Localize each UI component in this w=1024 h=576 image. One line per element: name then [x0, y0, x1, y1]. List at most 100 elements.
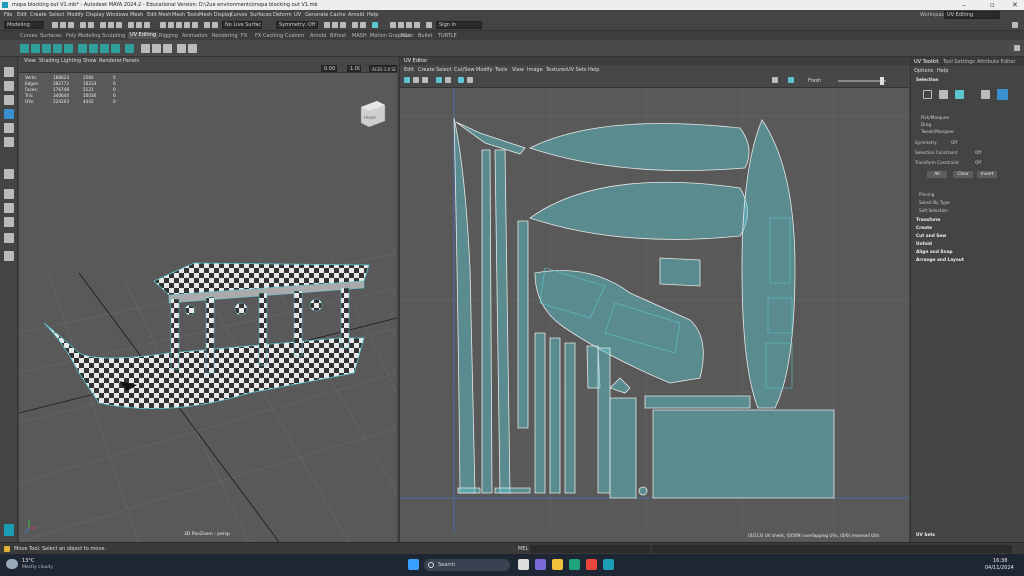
single-perspective-icon[interactable] [4, 189, 14, 199]
transform-constraint-value[interactable]: Off [975, 160, 981, 165]
ipr-render-icon[interactable] [332, 22, 338, 28]
create-section[interactable]: Create [916, 226, 932, 231]
menu-mesh[interactable]: Mesh [130, 12, 143, 18]
paint-select-icon[interactable] [4, 95, 14, 105]
transfer-icon[interactable] [141, 44, 150, 53]
menu-uv[interactable]: UV [294, 12, 301, 18]
uv-shell-mode-icon[interactable] [981, 90, 990, 99]
shelf-tab-mash[interactable]: MASH [352, 33, 367, 39]
menu-windows[interactable]: Windows [106, 12, 128, 18]
camera-map-icon[interactable] [64, 44, 73, 53]
close-icon[interactable]: ✕ [1012, 1, 1018, 9]
windows-start-icon[interactable] [408, 559, 419, 570]
chrome-icon[interactable] [586, 559, 597, 570]
select-by-type-section[interactable]: Select By Type [919, 200, 950, 205]
edge-browser-icon[interactable] [569, 559, 580, 570]
uv-menu-cut-sew[interactable]: Cut/Sew [454, 67, 475, 73]
color-space-select[interactable]: ACES 1.0 SDR-video (sRGB) [369, 65, 397, 72]
invert-selection-button[interactable]: Invert [977, 171, 997, 178]
shelf-tab-animation[interactable]: Animation [182, 33, 208, 39]
transform-section[interactable]: Transform [916, 218, 941, 223]
symmetry-select[interactable]: Symmetry: Off [276, 21, 318, 29]
uv-menu-uv-sets[interactable]: UV Sets [567, 67, 587, 73]
grid-icon[interactable] [177, 44, 186, 53]
undo-icon[interactable] [80, 22, 86, 28]
shelf-tab-poly-modeling[interactable]: Poly Modeling [66, 33, 101, 39]
shelf-tab-curves[interactable]: Curves [20, 33, 37, 39]
uv-menu-modify[interactable]: Modify [476, 67, 493, 73]
planar-map-icon[interactable] [20, 44, 29, 53]
record-icon[interactable] [414, 22, 420, 28]
sew-uv-icon[interactable] [89, 44, 98, 53]
uv-menu-tools[interactable]: Tools [495, 67, 507, 73]
mel-label[interactable]: MEL [518, 546, 528, 552]
uv-menu-create[interactable]: Create [418, 67, 435, 73]
uv-editor-icon[interactable] [125, 44, 134, 53]
uv-menu-edit[interactable]: Edit [404, 67, 414, 73]
uv-sets-section[interactable]: UV Sets [916, 533, 935, 538]
shelf-tab-xgen[interactable]: XGen [400, 33, 414, 39]
snap-surface-icon[interactable] [192, 22, 198, 28]
menu-select[interactable]: Select [49, 12, 64, 18]
maya-taskbar-icon[interactable] [603, 559, 614, 570]
scale-tool-icon[interactable] [4, 137, 14, 147]
viewport-3d[interactable]: View Shading Lighting Show Renderer Pane… [19, 57, 397, 542]
rotate-tool-icon[interactable] [4, 123, 14, 133]
shelf-tab-arnold[interactable]: Arnold [310, 33, 326, 39]
shelf-tab-sculpting[interactable]: Sculpting [102, 33, 125, 39]
uv-shell-select-icon[interactable] [404, 77, 410, 83]
new-scene-icon[interactable] [52, 22, 58, 28]
soft-selection-section[interactable]: Soft Selection [919, 208, 948, 213]
clock-time[interactable]: 16:38 [993, 558, 1007, 564]
menu-surfaces[interactable]: Surfaces [250, 12, 272, 18]
clock-date[interactable]: 04/11/2024 [985, 565, 1014, 571]
layout-icon[interactable] [111, 44, 120, 53]
tab-tool-settings[interactable]: Tool Settings [943, 59, 975, 65]
uv-face-mode-icon[interactable] [997, 89, 1008, 100]
snap-point-icon[interactable] [176, 22, 182, 28]
gamma-field[interactable]: 1.00 [347, 65, 361, 72]
history-icon[interactable] [204, 22, 210, 28]
uv-checker-icon[interactable] [422, 77, 428, 83]
uv-menu-image[interactable]: Image [527, 67, 543, 73]
select-tool-icon[interactable] [4, 67, 14, 77]
tk-menu-help[interactable]: Help [937, 68, 948, 74]
uv-menu-help[interactable]: Help [588, 67, 599, 73]
snap-curve-icon[interactable] [168, 22, 174, 28]
open-scene-icon[interactable] [60, 22, 66, 28]
taskbar-search[interactable]: Search [424, 559, 510, 571]
shelf-options-icon[interactable] [1014, 45, 1020, 51]
select-face-icon[interactable] [144, 22, 150, 28]
menu-mesh-display[interactable]: Mesh Display [199, 12, 232, 18]
weather-icon[interactable] [6, 559, 18, 569]
live-surface-select[interactable]: No Live Surface [222, 21, 262, 29]
clear-selection-button[interactable]: Clear [953, 171, 973, 178]
shelf-tab-fx[interactable]: FX [241, 33, 247, 39]
unfold-section[interactable]: Unfold [916, 242, 932, 247]
menu-deform[interactable]: Deform [273, 12, 292, 18]
hypershade-icon[interactable] [352, 22, 358, 28]
uv-shells[interactable] [453, 117, 835, 499]
camera-icon[interactable] [390, 22, 396, 28]
redo-icon[interactable] [88, 22, 94, 28]
spherical-map-icon[interactable] [42, 44, 51, 53]
menu-create[interactable]: Create [30, 12, 47, 18]
selection-section-header[interactable]: Selection [916, 78, 938, 83]
vertex-mode-icon[interactable] [923, 90, 932, 99]
shelf-tab-uv-editing[interactable]: UV Editing [128, 32, 159, 39]
menu-file[interactable]: File [4, 12, 12, 18]
uv-image-icon[interactable] [458, 77, 464, 83]
exposure-field[interactable]: 0.00 [321, 65, 337, 72]
distortion-icon[interactable] [152, 44, 161, 53]
shelf-tab-turtle[interactable]: TURTLE [438, 33, 457, 39]
render-settings-icon[interactable] [340, 22, 346, 28]
uv-shell-border-icon[interactable] [788, 77, 794, 83]
boat-model[interactable] [43, 262, 370, 410]
render-view-icon[interactable] [360, 22, 366, 28]
pause-icon[interactable] [406, 22, 412, 28]
uv-snapshot-icon[interactable] [772, 77, 778, 83]
tab-uv-toolkit[interactable]: UV Toolkit [914, 59, 939, 65]
graph-editor-icon[interactable] [4, 233, 14, 243]
command-line-input[interactable] [530, 545, 650, 553]
snap-view-icon[interactable] [184, 22, 190, 28]
